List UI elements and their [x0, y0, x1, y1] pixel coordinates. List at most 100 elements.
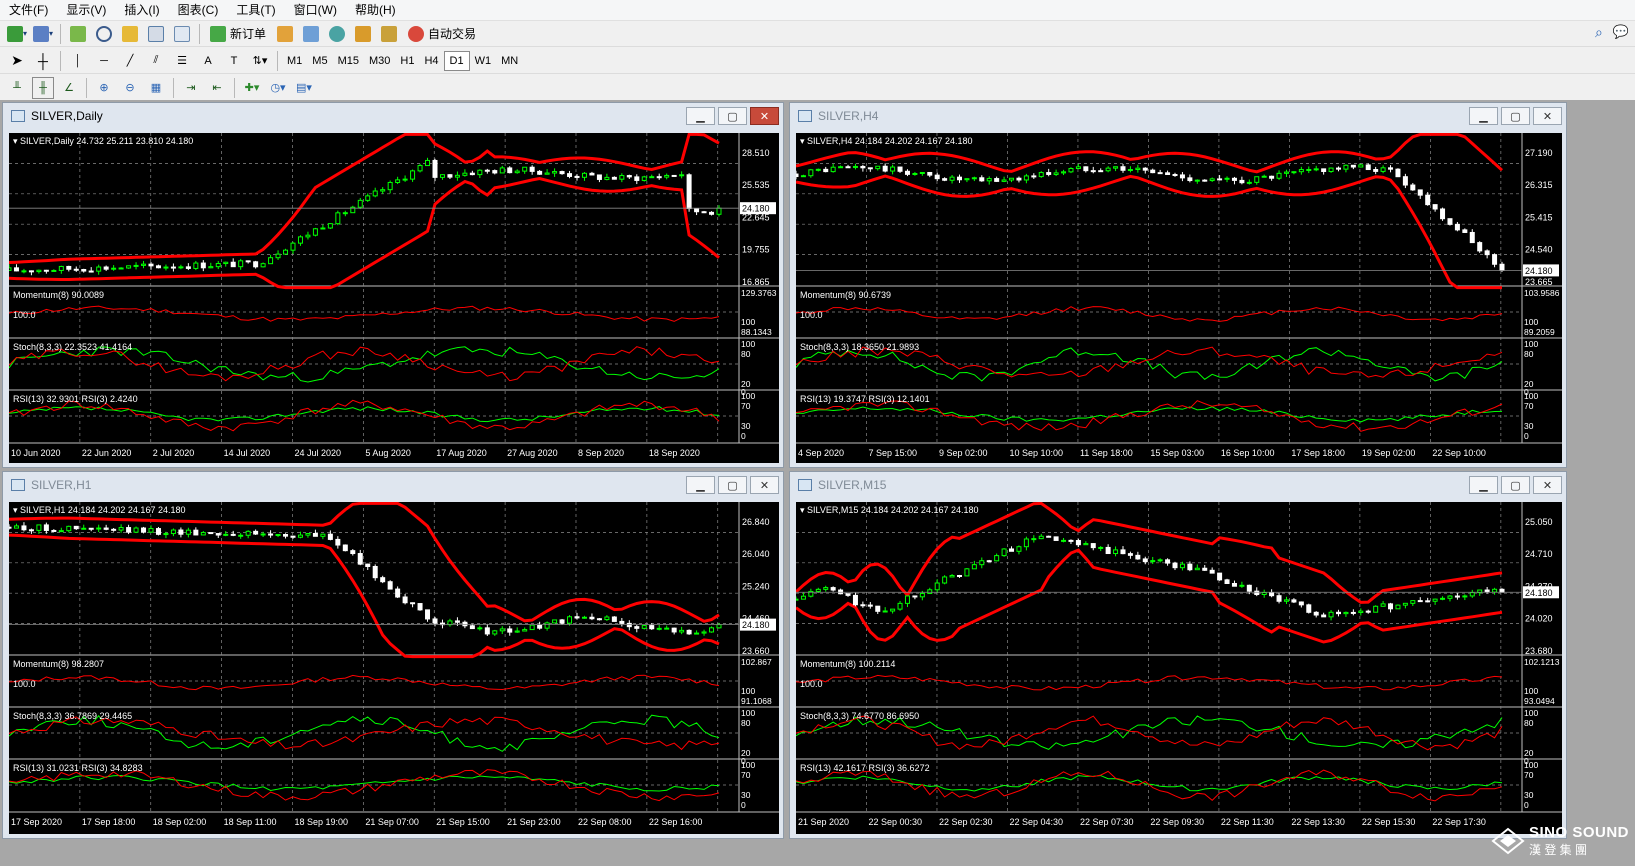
candle-body — [327, 223, 333, 229]
candle-body — [335, 212, 341, 225]
tf-h4[interactable]: H4 — [419, 51, 443, 71]
maximize-button[interactable]: ▢ — [718, 476, 747, 494]
tf-w1[interactable]: W1 — [470, 51, 497, 71]
line-chart-button[interactable]: ∠ — [58, 77, 80, 99]
horizontal-line-button[interactable]: ─ — [93, 50, 115, 72]
menu-insert[interactable]: 插入(I) — [115, 0, 168, 21]
auto-scroll-button[interactable]: ⇥ — [180, 77, 202, 99]
tf-mn[interactable]: MN — [496, 51, 523, 71]
chart-svg[interactable]: 24.18026.84026.04025.24024.46023.660▾ SI… — [6, 501, 779, 834]
candle-body — [1261, 175, 1267, 178]
tf-m30[interactable]: M30 — [364, 51, 395, 71]
menu-tools[interactable]: 工具(T) — [227, 0, 284, 21]
chart-background — [796, 133, 1562, 463]
profiles-icon — [32, 25, 49, 42]
chart-svg[interactable]: 24.180 27.190 26.315 25.415 24.540 23.665 ▾ SI… — [793, 132, 1562, 463]
candle-body — [1321, 614, 1327, 618]
zoom-in-button[interactable]: ⊕ — [93, 77, 115, 99]
window-titlebar[interactable]: SILVER,H4 ▁ ▢ ✕ — [790, 103, 1566, 129]
chart-area[interactable]: 24.180 26.840 26.040 25.240 24.460 23.660 ▾ SI… — [6, 501, 779, 834]
data-window-button[interactable] — [93, 23, 115, 45]
navigator-button[interactable] — [119, 23, 141, 45]
auto-trading-button[interactable]: 自动交易 — [404, 23, 480, 45]
chart-shift-icon: ⇤ — [212, 82, 222, 94]
window-titlebar[interactable]: SILVER,M15 ▁ ▢ ✕ — [790, 472, 1566, 498]
templates-button[interactable]: ▤▾ — [293, 77, 315, 99]
chart-shift-button[interactable]: ⇤ — [206, 77, 228, 99]
arrows-button[interactable]: ⇅▾ — [249, 50, 271, 72]
tf-h1[interactable]: H1 — [395, 51, 419, 71]
tf-m5[interactable]: M5 — [307, 51, 332, 71]
maximize-button[interactable]: ▢ — [1501, 476, 1530, 494]
chart-area[interactable]: 24.180 25.050 24.710 24.370 24.020 23.680 ▾ SI… — [793, 501, 1562, 834]
fibo-button[interactable]: ☰ — [171, 50, 193, 72]
tester-button[interactable] — [171, 23, 193, 45]
window-titlebar[interactable]: SILVER,H1 ▁ ▢ ✕ — [3, 472, 783, 498]
candle-body — [1031, 175, 1037, 178]
menu-view[interactable]: 显示(V) — [57, 0, 115, 21]
close-button[interactable]: ✕ — [1533, 107, 1562, 125]
window-titlebar[interactable]: SILVER,Daily ▁ ▢ ✕ — [3, 103, 783, 129]
maximize-button[interactable]: ▢ — [718, 107, 747, 125]
menu-help[interactable]: 帮助(H) — [346, 0, 405, 21]
text-button[interactable]: A — [197, 50, 219, 72]
minimize-button[interactable]: ▁ — [686, 476, 715, 494]
momentum-extra-label: 100.0 — [13, 679, 36, 689]
bar-chart-button[interactable]: ╨ — [6, 77, 28, 99]
chart-window-icon — [11, 110, 25, 122]
label-button[interactable]: T — [223, 50, 245, 72]
menu-file[interactable]: 文件(F) — [0, 0, 57, 21]
periods-button[interactable]: ◷▾ — [267, 77, 289, 99]
candle-body — [200, 262, 206, 269]
channel-button[interactable]: ⫽ — [145, 50, 167, 72]
trendline-button[interactable]: ╱ — [119, 50, 141, 72]
indicators-button[interactable]: ✚▾ — [241, 77, 263, 99]
vps-button[interactable] — [352, 23, 374, 45]
menu-charts[interactable]: 图表(C) — [169, 0, 228, 21]
community-button[interactable] — [378, 23, 400, 45]
vertical-line-button[interactable]: │ — [67, 50, 89, 72]
market-button[interactable] — [326, 23, 348, 45]
tile-windows-button[interactable]: ▦ — [145, 77, 167, 99]
candle-body — [634, 176, 640, 181]
menu-window[interactable]: 窗口(W) — [285, 0, 346, 21]
chart-window-silver-m15[interactable]: SILVER,M15 ▁ ▢ ✕ 24.180 25.050 24.710 24.37… — [789, 471, 1567, 839]
signals-button[interactable] — [300, 23, 322, 45]
market-watch-button[interactable] — [67, 23, 89, 45]
candle-body — [1009, 548, 1015, 552]
tf-d1[interactable]: D1 — [443, 50, 470, 71]
close-button[interactable]: ✕ — [750, 107, 779, 125]
chart-svg[interactable]: 24.18025.05024.71024.37024.02023.680▾ SI… — [793, 501, 1562, 834]
chart-area[interactable]: 24.180 27.190 26.315 25.415 24.540 23.665 ▾ SI… — [793, 132, 1562, 463]
chart-window-silver-h4[interactable]: SILVER,H4 ▁ ▢ ✕ 24.180 27.190 26.315 25.415… — [789, 102, 1567, 468]
chart-svg[interactable]: 24.18028.51025.53522.64519.75516.865▾ SI… — [6, 132, 779, 463]
candle-body — [447, 620, 453, 626]
candle-body — [1291, 171, 1297, 174]
close-button[interactable]: ✕ — [750, 476, 779, 494]
candlestick-button[interactable]: ╫ — [32, 76, 54, 99]
tf-m1[interactable]: M1 — [282, 51, 307, 71]
profiles-button[interactable]: ▾ — [32, 23, 54, 45]
search-icon[interactable]: ⌕ — [1595, 24, 1603, 41]
new-chart-button[interactable]: ▾ — [6, 23, 28, 45]
candle-body — [380, 577, 386, 583]
minimize-button[interactable]: ▁ — [1469, 107, 1498, 125]
maximize-button[interactable]: ▢ — [1501, 107, 1530, 125]
zoom-out-button[interactable]: ⊖ — [119, 77, 141, 99]
chart-window-silver-h1[interactable]: SILVER,H1 ▁ ▢ ✕ 24.180 26.840 26.040 25.240… — [2, 471, 784, 839]
minimize-button[interactable]: ▁ — [1469, 476, 1498, 494]
candle-body — [1365, 164, 1371, 171]
chat-icon[interactable]: 💬 — [1613, 24, 1629, 41]
metaeditor-button[interactable] — [274, 23, 296, 45]
candle-body — [1313, 168, 1319, 171]
chart-area[interactable]: 24.180 28.510 25.535 22.645 19.755 16.865 ▾ SI… — [6, 132, 779, 463]
terminal-button[interactable] — [145, 23, 167, 45]
minimize-button[interactable]: ▁ — [686, 107, 715, 125]
momentum-tick-label: 100 — [1524, 686, 1538, 696]
new-order-button[interactable]: 新订单 — [206, 23, 270, 45]
chart-window-silver-daily[interactable]: SILVER,Daily ▁ ▢ ✕ 24.180 28.510 25.535 22.… — [2, 102, 784, 468]
tf-m15[interactable]: M15 — [333, 51, 364, 71]
cursor-button[interactable]: ➤ — [6, 50, 28, 72]
close-button[interactable]: ✕ — [1533, 476, 1562, 494]
crosshair-button[interactable]: ┼ — [32, 50, 54, 72]
